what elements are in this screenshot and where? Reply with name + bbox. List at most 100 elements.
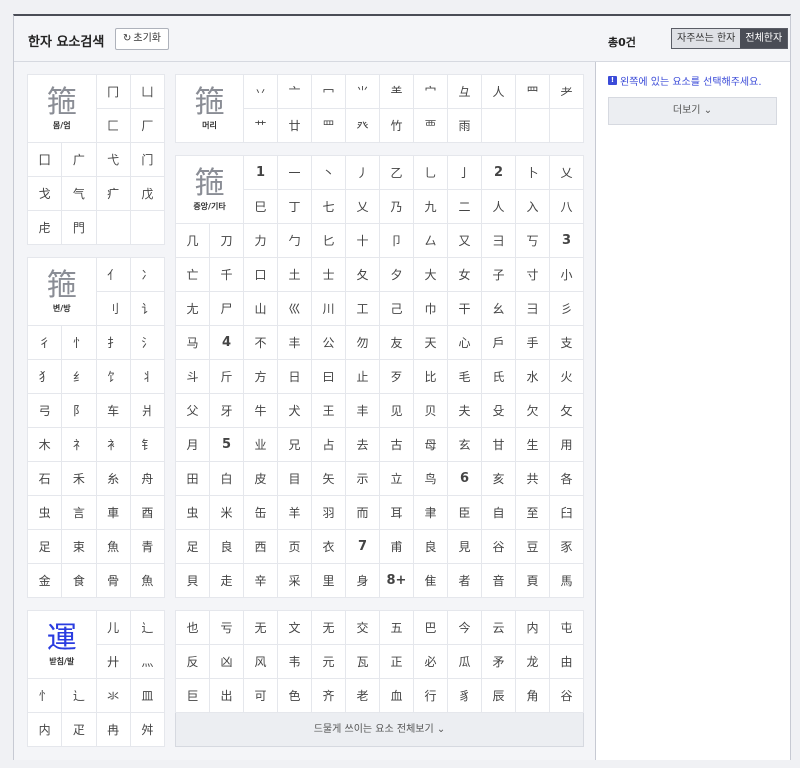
element-cell[interactable]: 亥 <box>482 462 515 495</box>
element-cell[interactable]: 氵 <box>130 326 164 359</box>
element-cell[interactable]: 谷 <box>550 679 583 712</box>
element-cell[interactable]: 牛 <box>244 394 277 427</box>
element-cell[interactable]: 又 <box>448 224 481 257</box>
element-cell[interactable]: 厶 <box>414 224 447 257</box>
element-cell[interactable]: 亅 <box>448 156 481 189</box>
element-cell[interactable]: 川 <box>312 292 345 325</box>
element-cell[interactable]: 土 <box>278 258 311 291</box>
element-cell[interactable]: 巛 <box>278 292 311 325</box>
element-cell[interactable]: 共 <box>516 462 549 495</box>
element-cell[interactable]: 金 <box>28 564 62 597</box>
element-cell[interactable]: 无 <box>312 611 345 644</box>
element-cell[interactable]: ⺲ <box>516 75 549 108</box>
element-cell[interactable]: 骨 <box>96 564 130 597</box>
element-cell[interactable]: 囗 <box>28 143 62 176</box>
element-cell[interactable]: 皿 <box>130 679 164 712</box>
element-cell[interactable]: 走 <box>210 564 243 597</box>
element-cell[interactable]: 入 <box>516 190 549 223</box>
element-cell[interactable]: 行 <box>414 679 447 712</box>
element-cell[interactable]: ⺷ <box>380 75 413 108</box>
element-cell[interactable]: 罒 <box>312 109 345 142</box>
element-cell[interactable]: 丰 <box>346 394 379 427</box>
element-cell[interactable]: 舛 <box>130 713 164 746</box>
element-cell[interactable]: 九 <box>414 190 447 223</box>
element-cell[interactable]: 忄 <box>62 326 96 359</box>
element-cell[interactable]: 虫 <box>28 496 62 529</box>
element-cell[interactable]: 欠 <box>516 394 549 427</box>
element-cell[interactable]: 干 <box>448 292 481 325</box>
element-cell[interactable]: 马 <box>176 326 209 359</box>
element-cell[interactable]: 豕 <box>550 530 583 563</box>
element-cell[interactable]: 乃 <box>380 190 413 223</box>
element-cell[interactable]: 广 <box>62 143 96 176</box>
tab-frequent[interactable]: 자주쓰는 한자 <box>672 29 741 48</box>
element-cell[interactable]: 見 <box>448 530 481 563</box>
element-cell[interactable]: 石 <box>28 462 62 495</box>
element-cell[interactable]: 可 <box>244 679 277 712</box>
element-cell[interactable]: 己 <box>380 292 413 325</box>
element-cell[interactable]: 里 <box>312 564 345 597</box>
element-cell[interactable]: 五 <box>380 611 413 644</box>
element-cell[interactable]: 彐 <box>516 292 549 325</box>
element-cell[interactable]: 天 <box>414 326 447 359</box>
element-cell[interactable]: 钅 <box>130 428 164 461</box>
element-cell[interactable]: 夕 <box>380 258 413 291</box>
element-cell[interactable]: 臼 <box>550 496 583 529</box>
element-cell[interactable]: 戈 <box>28 177 62 210</box>
element-cell[interactable]: 虫 <box>176 496 209 529</box>
element-cell[interactable]: 力 <box>244 224 277 257</box>
element-cell[interactable]: 风 <box>244 645 277 678</box>
element-cell[interactable]: 冖 <box>312 75 345 108</box>
element-cell[interactable]: 辶 <box>130 611 164 644</box>
element-cell[interactable]: 丿 <box>346 156 379 189</box>
element-cell[interactable]: 占 <box>312 428 345 461</box>
element-cell[interactable]: 丷 <box>244 75 277 108</box>
element-cell[interactable]: 丶 <box>312 156 345 189</box>
element-cell[interactable]: 勹 <box>278 224 311 257</box>
element-cell[interactable]: 一 <box>278 156 311 189</box>
element-cell[interactable]: 母 <box>414 428 447 461</box>
element-cell[interactable]: 巾 <box>414 292 447 325</box>
element-cell[interactable]: 日 <box>278 360 311 393</box>
element-cell[interactable]: 忄 <box>28 679 62 712</box>
element-cell[interactable]: 由 <box>550 645 583 678</box>
element-cell[interactable]: 儿 <box>96 611 130 644</box>
element-cell[interactable]: 巨 <box>176 679 209 712</box>
element-cell[interactable]: 覀 <box>414 109 447 142</box>
element-cell[interactable]: 尸 <box>210 292 243 325</box>
element-cell[interactable]: 夫 <box>448 394 481 427</box>
element-cell[interactable]: 廿 <box>278 109 311 142</box>
element-cell[interactable]: 田 <box>176 462 209 495</box>
element-cell[interactable]: 齐 <box>312 679 345 712</box>
element-cell[interactable]: 竹 <box>380 109 413 142</box>
element-cell[interactable]: 良 <box>210 530 243 563</box>
element-cell[interactable]: 纟 <box>62 360 96 393</box>
element-cell[interactable]: 米 <box>210 496 243 529</box>
element-cell[interactable]: 戊 <box>130 177 164 210</box>
element-cell[interactable]: 立 <box>380 462 413 495</box>
element-cell[interactable]: 耂 <box>550 75 583 108</box>
element-cell[interactable]: 今 <box>448 611 481 644</box>
element-cell[interactable]: 彡 <box>550 292 583 325</box>
element-cell[interactable]: 女 <box>448 258 481 291</box>
element-cell[interactable]: 大 <box>414 258 447 291</box>
element-cell[interactable]: ⺕ <box>482 224 515 257</box>
element-cell[interactable]: 角 <box>516 679 549 712</box>
element-cell[interactable]: 出 <box>210 679 243 712</box>
element-cell[interactable]: 亠 <box>278 75 311 108</box>
element-cell[interactable]: 冂 <box>96 75 130 108</box>
element-cell[interactable]: 乂 <box>550 156 583 189</box>
element-cell[interactable]: 兄 <box>278 428 311 461</box>
element-cell[interactable]: ⼈ <box>482 75 515 108</box>
element-cell[interactable]: 公 <box>312 326 345 359</box>
element-cell[interactable]: ⺌ <box>346 75 379 108</box>
element-cell[interactable]: 匕 <box>312 224 345 257</box>
element-cell[interactable]: 瓦 <box>346 645 379 678</box>
element-cell[interactable]: 曰 <box>312 360 345 393</box>
element-cell[interactable]: 阝 <box>62 394 96 427</box>
element-cell[interactable]: 馬 <box>550 564 583 597</box>
element-cell[interactable]: 巳 <box>244 190 277 223</box>
element-cell[interactable]: 爿 <box>130 394 164 427</box>
element-cell[interactable]: 丂 <box>516 224 549 257</box>
element-cell[interactable]: 用 <box>550 428 583 461</box>
